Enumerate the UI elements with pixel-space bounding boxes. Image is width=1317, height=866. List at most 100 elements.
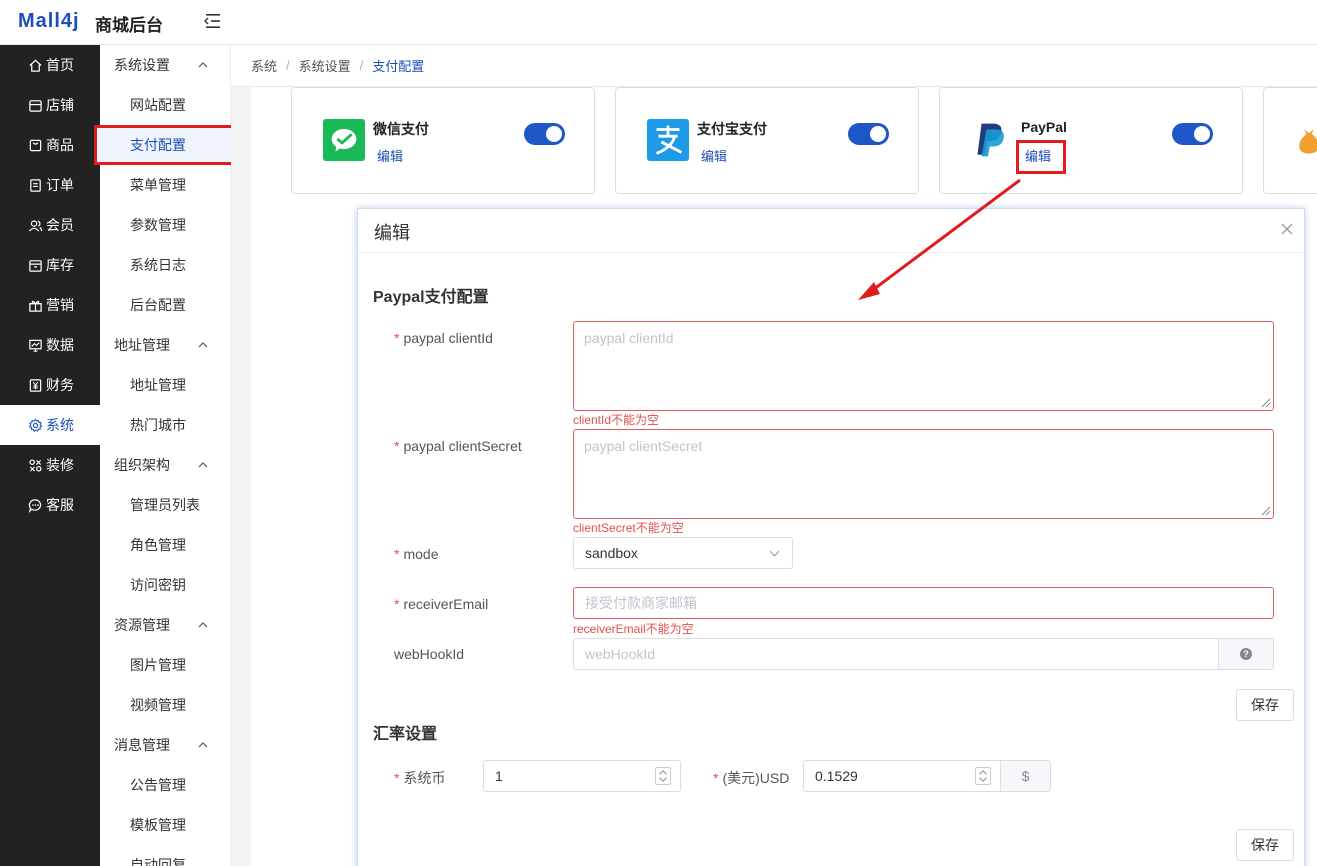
nav-marketing[interactable]: 营销 [0,285,100,325]
subnav-system-log[interactable]: 系统日志 [100,245,230,285]
breadcrumb-current: 支付配置 [372,59,425,74]
placeholder: webHookId [585,646,656,662]
save-button[interactable]: 保存 [1236,689,1294,721]
subnav-notice-manage[interactable]: 公告管理 [100,765,230,805]
resize-grip-icon[interactable] [1259,504,1271,516]
nav-label: 系统 [46,417,74,433]
nav-label: 营销 [46,297,74,313]
label-text: 系统币 [403,770,446,786]
chart-icon [29,339,42,352]
app-title: 商城后台 [95,16,163,35]
product-icon [29,139,42,151]
subnav-address-manage[interactable]: 地址管理 [100,365,230,405]
store-icon [29,99,42,112]
nav-data[interactable]: 数据 [0,325,100,365]
group-address[interactable]: 地址管理 [100,325,230,365]
nav-store[interactable]: 店铺 [0,85,100,125]
nav-system[interactable]: 系统 [0,405,100,445]
paypal-section-title: Paypal支付配置 [373,289,489,306]
menu-collapse-icon[interactable] [202,12,222,30]
close-icon[interactable] [1280,222,1294,236]
nav-home[interactable]: 首页 [0,45,100,85]
finance-icon [29,378,42,392]
nav-decoration[interactable]: 装修 [0,445,100,485]
rate-section-title: 汇率设置 [373,726,438,743]
nav-order[interactable]: 订单 [0,165,100,205]
subnav-site-config[interactable]: 网站配置 [100,85,230,125]
group-title: 系统设置 [114,57,170,73]
help-button[interactable]: ? [1219,638,1274,670]
group-messages[interactable]: 消息管理 [100,725,230,765]
subnav-menu-manage[interactable]: 菜单管理 [100,165,230,205]
enable-toggle[interactable] [1172,123,1213,145]
select-value: sandbox [585,545,638,561]
chevron-down-icon [769,550,780,557]
card-name: 支付宝支付 [697,121,767,137]
group-title: 地址管理 [114,337,170,353]
placeholder: paypal clientSecret [584,438,703,454]
nav-label: 首页 [46,57,74,73]
breadcrumb-item[interactable]: 系统 [251,56,277,75]
nav-member[interactable]: 会员 [0,205,100,245]
money-bag-card [1263,87,1317,194]
group-organization[interactable]: 组织架构 [100,445,230,485]
subnav-auto-reply[interactable]: 自动回复 [100,845,230,866]
usd-rate-input[interactable]: 0.1529 [803,760,1001,792]
number-stepper-icon[interactable] [975,767,991,785]
subnav-admin-config[interactable]: 后台配置 [100,285,230,325]
client-id-error: clientId不能为空 [573,413,660,427]
breadcrumb-item[interactable]: 系统设置 [299,56,351,75]
group-title: 组织架构 [114,457,170,473]
resize-grip-icon[interactable] [1259,396,1271,408]
client-id-label: * paypal clientId [394,330,493,346]
label-text: mode [403,546,439,562]
subnav-template-manage[interactable]: 模板管理 [100,805,230,845]
system-currency-input[interactable]: 1 [483,760,681,792]
client-secret-label: * paypal clientSecret [394,438,522,454]
subnav-access-key[interactable]: 访问密钥 [100,565,230,605]
webhook-input[interactable]: webHookId [573,638,1219,670]
placeholder: paypal clientId [584,330,674,346]
receiver-email-input[interactable]: 接受付款商家邮箱 [573,587,1274,619]
save-rate-button[interactable]: 保存 [1236,829,1294,861]
number-stepper-icon[interactable] [655,767,671,785]
paypal-card: PayPal 编辑 [939,87,1243,194]
enable-toggle[interactable] [524,123,565,145]
chat-icon [28,498,42,513]
group-system-settings[interactable]: 系统设置 [100,45,230,85]
subnav-video-manage[interactable]: 视频管理 [100,685,230,725]
subnav-role-manage[interactable]: 角色管理 [100,525,230,565]
nav-label: 商品 [46,137,74,153]
subnav-hot-city[interactable]: 热门城市 [100,405,230,445]
nav-label: 客服 [46,497,74,513]
subnav-admin-list[interactable]: 管理员列表 [100,485,230,525]
group-title: 消息管理 [114,737,170,753]
breadcrumb: 系统 / 系统设置 / 支付配置 [231,45,1317,87]
nav-product[interactable]: 商品 [0,125,100,165]
subnav-payment-config[interactable]: 支付配置 [94,125,236,165]
subnav-image-manage[interactable]: 图片管理 [100,645,230,685]
enable-toggle[interactable] [848,123,889,145]
edit-link[interactable]: 编辑 [377,146,403,165]
client-id-input[interactable]: paypal clientId [573,321,1274,411]
chevron-up-icon [198,622,208,628]
client-secret-error: clientSecret不能为空 [573,521,684,535]
nav-label: 店铺 [46,97,74,113]
primary-sidebar: 首页 店铺 商品 订单 会员 库存 营销 数据 财务 系统 装修 客服 [0,45,100,866]
nav-label: 订单 [46,177,74,193]
system-currency-label: * 系统币 [394,770,446,786]
nav-label: 库存 [46,257,74,273]
nav-service[interactable]: 客服 [0,485,100,525]
mode-label: * mode [394,546,439,562]
group-resources[interactable]: 资源管理 [100,605,230,645]
nav-finance[interactable]: 财务 [0,365,100,405]
order-icon [30,178,41,192]
nav-inventory[interactable]: 库存 [0,245,100,285]
edit-link[interactable]: 编辑 [701,146,727,165]
subnav-param-manage[interactable]: 参数管理 [100,205,230,245]
mode-select[interactable]: sandbox [573,537,793,569]
placeholder: 接受付款商家邮箱 [585,595,697,611]
client-secret-input[interactable]: paypal clientSecret [573,429,1274,519]
logo: Mall4j [18,10,80,32]
paypal-icon [977,123,1004,157]
